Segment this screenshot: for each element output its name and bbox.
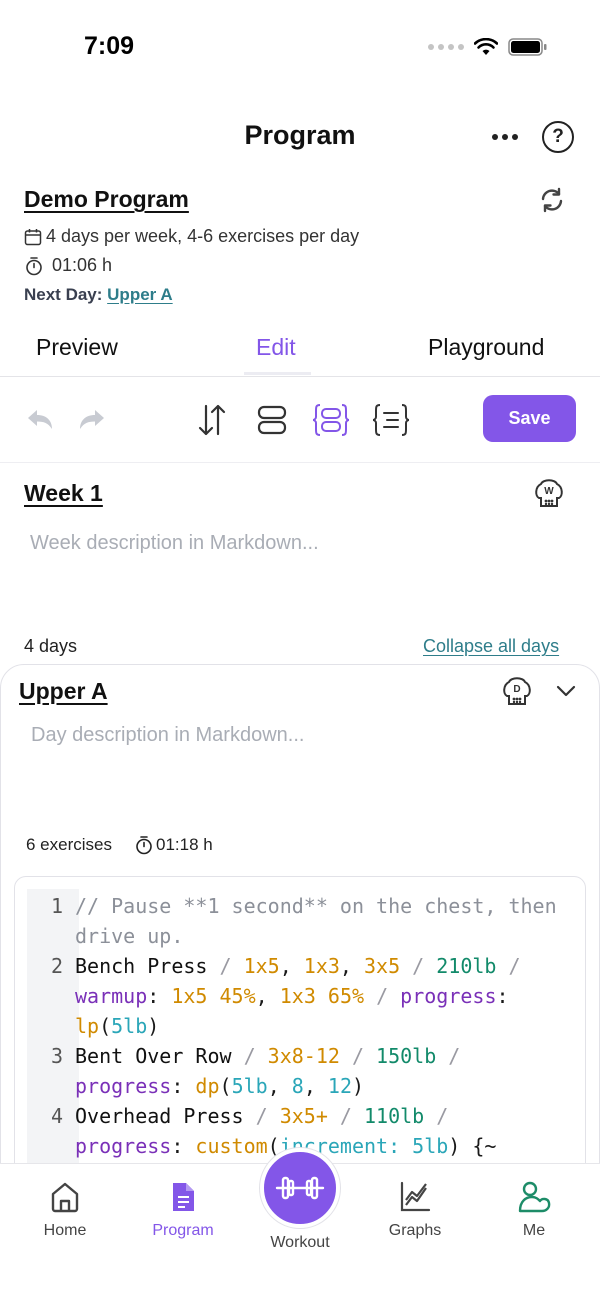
- timer-icon: [136, 836, 152, 855]
- wifi-icon: [474, 38, 498, 55]
- code-text: Bent Over Row / 3x8-12 / 150lb / progres…: [75, 1044, 473, 1098]
- timer-icon: [26, 256, 42, 275]
- nav-program-label: Program: [152, 1222, 214, 1239]
- code-line: 1 // Pause **1 second** on the chest, th…: [27, 891, 567, 951]
- program-document-icon: [173, 1183, 194, 1211]
- profile-flex-icon: [518, 1181, 551, 1213]
- code-text: // Pause **1 second** on the chest, then…: [75, 894, 569, 948]
- redo-button[interactable]: [72, 400, 112, 440]
- code-text: Bench Press / 1x5, 1x3, 3x5 / 210lb / wa…: [75, 954, 533, 1038]
- day-duration: 01:18 h: [134, 835, 213, 855]
- reorder-button[interactable]: [192, 400, 232, 440]
- collapse-all-days-link[interactable]: Collapse all days: [423, 636, 559, 657]
- calendar-icon: [24, 228, 42, 245]
- sync-icon[interactable]: [538, 186, 566, 214]
- braces-text-icon: [372, 404, 410, 436]
- code-content[interactable]: 1 // Pause **1 second** on the chest, th…: [27, 891, 567, 1161]
- more-options-button[interactable]: [490, 124, 520, 150]
- graph-icon: [400, 1181, 431, 1212]
- day-badge-letter: D: [513, 684, 520, 695]
- day-description-input[interactable]: Day description in Markdown...: [31, 724, 304, 747]
- nav-program[interactable]: Program: [133, 1180, 233, 1240]
- battery-icon: [508, 38, 547, 56]
- dumbbell-icon: [275, 1176, 325, 1200]
- next-day: Next Day: Upper A: [24, 285, 173, 305]
- line-number: 2: [50, 954, 63, 978]
- program-duration-text: 01:06 h: [52, 255, 113, 275]
- line-number: 1: [50, 894, 63, 918]
- braces-rows-icon: [312, 404, 350, 436]
- next-day-label: Next Day:: [24, 285, 103, 304]
- program-duration: 01:06 h: [24, 255, 112, 276]
- more-icon: [492, 134, 498, 140]
- tab-preview[interactable]: Preview: [36, 334, 118, 361]
- week-badge-letter: W: [544, 486, 554, 497]
- exercises-count: 6 exercises: [26, 835, 112, 854]
- days-count: 4 days: [24, 636, 78, 656]
- line-number: 3: [50, 1044, 63, 1068]
- chevron-down-icon[interactable]: [555, 683, 577, 699]
- sort-arrows-icon: [198, 404, 226, 436]
- week-description-input[interactable]: Week description in Markdown...: [30, 532, 319, 555]
- next-day-link[interactable]: Upper A: [107, 285, 173, 304]
- full-view-button[interactable]: [311, 400, 351, 440]
- week-badge-icon[interactable]: W: [532, 476, 566, 510]
- program-schedule: 4 days per week, 4-6 exercises per day: [24, 226, 359, 247]
- active-tab-indicator: [244, 372, 311, 375]
- program-schedule-text: 4 days per week, 4-6 exercises per day: [46, 226, 360, 246]
- nav-graphs-label: Graphs: [388, 1222, 442, 1239]
- nav-graphs[interactable]: Graphs: [365, 1180, 465, 1240]
- program-name-link[interactable]: Demo Program: [24, 186, 189, 213]
- tab-playground[interactable]: Playground: [428, 334, 544, 361]
- day-duration-text: 01:18 h: [155, 835, 213, 854]
- save-button[interactable]: Save: [483, 395, 576, 442]
- nav-home[interactable]: Home: [15, 1180, 115, 1240]
- help-button[interactable]: ?: [542, 121, 574, 153]
- day-meta: 6 exercises 01:18 h: [26, 835, 213, 855]
- code-line: 3 Bent Over Row / 3x8-12 / 150lb / progr…: [27, 1041, 567, 1101]
- nav-home-label: Home: [43, 1222, 87, 1239]
- tab-edit[interactable]: Edit: [256, 334, 296, 361]
- nav-me-label: Me: [522, 1222, 546, 1239]
- text-view-button[interactable]: [371, 400, 411, 440]
- signal-icon: [428, 44, 464, 50]
- code-line: 2 Bench Press / 1x5, 1x3, 3x5 / 210lb / …: [27, 951, 567, 1041]
- nav-workout-label[interactable]: Workout: [250, 1234, 350, 1252]
- code-text: Overhead Press / 3x5+ / 110lb / progress…: [75, 1104, 497, 1158]
- tabs-divider: [0, 376, 600, 377]
- status-icons: [428, 38, 548, 56]
- redo-icon: [80, 410, 104, 429]
- undo-icon: [28, 410, 52, 429]
- toolbar-divider: [0, 462, 600, 463]
- layout-rows-icon: [257, 405, 287, 435]
- day-badge-icon[interactable]: D: [500, 674, 534, 708]
- day-title[interactable]: Upper A: [19, 678, 108, 705]
- home-icon: [51, 1182, 79, 1213]
- undo-button[interactable]: [20, 400, 60, 440]
- nav-me[interactable]: Me: [484, 1180, 584, 1240]
- line-number: 4: [50, 1104, 63, 1128]
- collapse-view-button[interactable]: [252, 400, 292, 440]
- workout-button[interactable]: [260, 1148, 340, 1228]
- week-title[interactable]: Week 1: [24, 480, 103, 507]
- status-time: 7:09: [84, 32, 135, 60]
